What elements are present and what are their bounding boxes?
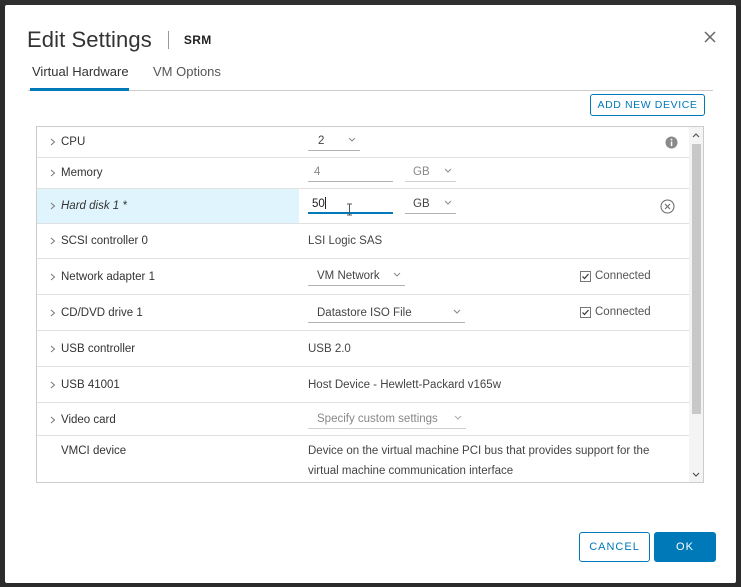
title-separator bbox=[167, 31, 169, 49]
memory-value: 4 bbox=[314, 166, 321, 178]
network-value: VM Network bbox=[317, 270, 380, 282]
tab-virtual-hardware[interactable]: Virtual Hardware bbox=[30, 65, 129, 91]
network-select[interactable]: VM Network bbox=[308, 268, 405, 286]
vmci-device-label: VMCI device bbox=[61, 445, 127, 457]
vm-name: SRM bbox=[183, 33, 212, 47]
hardware-row-cd-dvd-drive: CD/DVD drive 1 Datastore ISO File Connec… bbox=[37, 295, 689, 331]
chevron-down-icon bbox=[393, 272, 401, 277]
hardware-row-memory: Memory 4 GB bbox=[37, 158, 689, 189]
video-card-select[interactable]: Specify custom settings bbox=[308, 411, 466, 429]
cd-dvd-connected-checkbox[interactable]: Connected bbox=[580, 306, 651, 318]
chevron-right-icon[interactable] bbox=[49, 381, 57, 389]
chevron-down-icon bbox=[348, 137, 356, 142]
tab-bar: Virtual Hardware VM Options bbox=[28, 65, 713, 91]
chevron-down-icon[interactable] bbox=[692, 472, 700, 478]
hardware-list: CPU 2 Memory 4 GB Hard disk 1 * 50 GB SC… bbox=[36, 126, 704, 483]
close-icon[interactable] bbox=[702, 29, 718, 45]
chevron-right-icon[interactable] bbox=[49, 273, 57, 281]
hard-disk-value: 50 bbox=[312, 198, 325, 210]
ok-button[interactable]: OK bbox=[654, 532, 716, 562]
cpu-label: CPU bbox=[61, 136, 86, 148]
hardware-row-video-card: Video card Specify custom settings bbox=[37, 403, 689, 436]
edit-settings-dialog: Edit Settings SRM Virtual Hardware VM Op… bbox=[5, 5, 736, 583]
cd-dvd-connected-label: Connected bbox=[595, 306, 651, 318]
hardware-row-cpu: CPU 2 bbox=[37, 127, 689, 158]
memory-input[interactable]: 4 bbox=[308, 164, 393, 182]
scrollbar-thumb[interactable] bbox=[692, 144, 701, 414]
chevron-down-icon bbox=[444, 200, 452, 205]
checkbox-checked-icon bbox=[580, 306, 591, 318]
cd-dvd-drive-label: CD/DVD drive 1 bbox=[61, 307, 143, 319]
cpu-value: 2 bbox=[318, 135, 325, 147]
network-connected-label: Connected bbox=[595, 270, 651, 282]
usb-controller-label: USB controller bbox=[61, 343, 136, 355]
hard-disk-label: Hard disk 1 * bbox=[61, 200, 127, 212]
remove-device-icon[interactable] bbox=[660, 199, 675, 217]
hardware-row-usb-controller: USB controller USB 2.0 bbox=[37, 331, 689, 367]
cd-dvd-source-value: Datastore ISO File bbox=[317, 307, 412, 319]
network-connected-checkbox[interactable]: Connected bbox=[580, 270, 651, 282]
hardware-row-scsi-controller: SCSI controller 0 LSI Logic SAS bbox=[37, 224, 689, 259]
checkbox-checked-icon bbox=[580, 270, 591, 282]
vmci-description-line2: virtual machine communication interface bbox=[308, 465, 514, 477]
add-new-device-button[interactable]: ADD NEW DEVICE bbox=[590, 94, 705, 116]
chevron-right-icon[interactable] bbox=[49, 345, 57, 353]
memory-unit: GB bbox=[413, 166, 430, 178]
usb-device-value: Host Device - Hewlett-Packard v165w bbox=[308, 379, 502, 391]
hard-disk-unit: GB bbox=[413, 198, 430, 210]
scsi-controller-label: SCSI controller 0 bbox=[61, 235, 148, 247]
text-cursor-icon bbox=[347, 203, 352, 216]
cancel-button[interactable]: CANCEL bbox=[579, 532, 650, 562]
cd-dvd-source-select[interactable]: Datastore ISO File bbox=[308, 305, 465, 323]
hardware-row-vmci-device: VMCI device Device on the virtual machin… bbox=[37, 436, 689, 482]
hardware-row-network-adapter: Network adapter 1 VM Network Connected bbox=[37, 259, 689, 295]
dialog-title: Edit Settings bbox=[27, 27, 152, 52]
tab-vm-options[interactable]: VM Options bbox=[153, 65, 221, 91]
memory-unit-select[interactable]: GB bbox=[405, 164, 456, 182]
chevron-right-icon[interactable] bbox=[49, 309, 57, 317]
video-card-value: Specify custom settings bbox=[317, 413, 438, 425]
hardware-row-usb-device: USB 41001 Host Device - Hewlett-Packard … bbox=[37, 367, 689, 403]
usb-controller-value: USB 2.0 bbox=[308, 343, 351, 355]
cpu-select[interactable]: 2 bbox=[308, 133, 360, 151]
dialog-header: Edit Settings SRM bbox=[27, 27, 212, 53]
scsi-controller-value: LSI Logic SAS bbox=[308, 235, 383, 247]
chevron-right-icon[interactable] bbox=[49, 416, 57, 424]
network-adapter-label: Network adapter 1 bbox=[61, 271, 155, 283]
hardware-row-hard-disk: Hard disk 1 * 50 GB bbox=[37, 189, 689, 224]
chevron-right-icon[interactable] bbox=[49, 138, 57, 146]
hard-disk-unit-select[interactable]: GB bbox=[405, 196, 456, 214]
info-icon[interactable] bbox=[665, 136, 678, 152]
vmci-description-line1: Device on the virtual machine PCI bus th… bbox=[308, 445, 650, 457]
chevron-right-icon[interactable] bbox=[49, 237, 57, 245]
memory-label: Memory bbox=[61, 167, 103, 179]
chevron-down-icon bbox=[444, 168, 452, 173]
chevron-right-icon[interactable] bbox=[49, 169, 57, 177]
usb-device-label: USB 41001 bbox=[61, 379, 120, 391]
video-card-label: Video card bbox=[61, 414, 116, 426]
chevron-up-icon[interactable] bbox=[692, 132, 700, 138]
chevron-down-icon bbox=[454, 415, 462, 420]
hardware-list-scrollbar[interactable] bbox=[689, 127, 703, 482]
chevron-right-icon[interactable] bbox=[49, 202, 57, 210]
chevron-down-icon bbox=[453, 309, 461, 314]
